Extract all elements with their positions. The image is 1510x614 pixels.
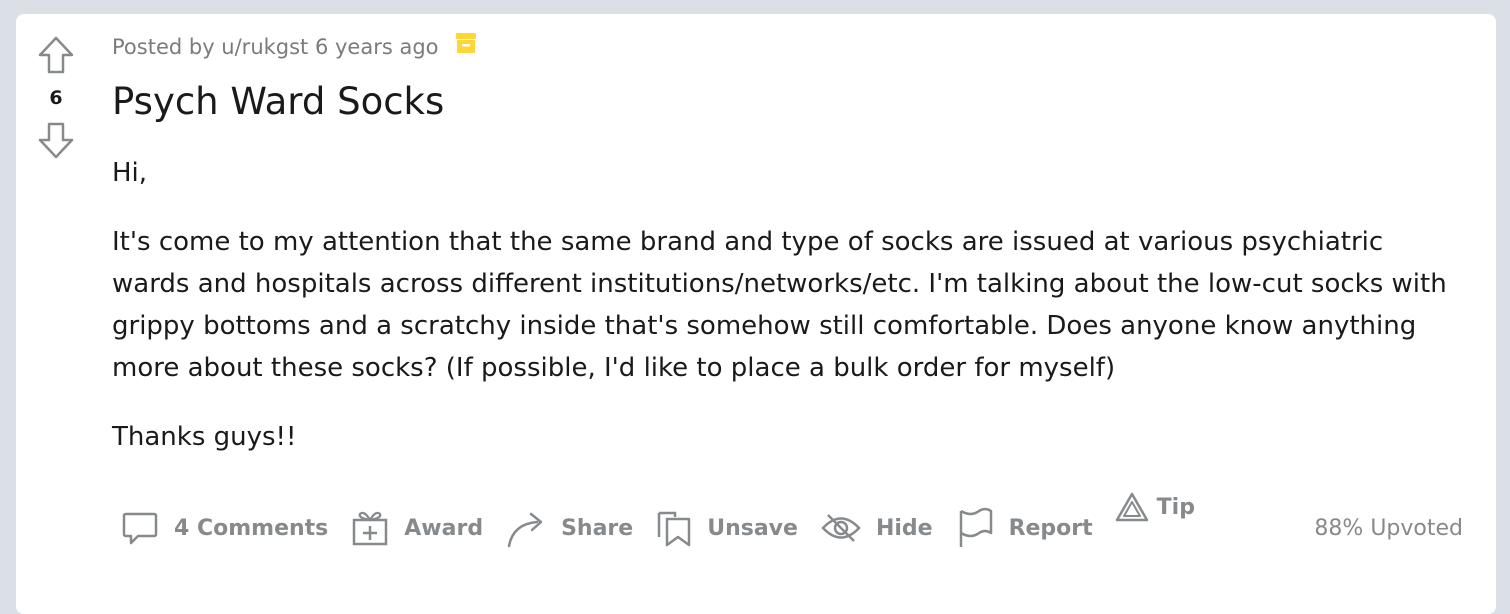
unsave-button[interactable]: Unsave <box>651 504 816 552</box>
tip-label: Tip <box>1156 494 1195 520</box>
body-paragraph: Hi, <box>112 158 148 188</box>
share-button[interactable]: Share <box>501 504 651 552</box>
post-actions-bar: 4 Comments Award Share Unsave Hide Repor… <box>116 492 1466 552</box>
report-label: Report <box>1008 515 1093 541</box>
vote-column: 6 <box>36 34 76 160</box>
tip-button[interactable]: Tip <box>1111 492 1213 552</box>
comment-icon <box>122 512 158 545</box>
award-label: Award <box>404 515 484 541</box>
archive-box-icon <box>455 31 477 63</box>
comments-label: 4 Comments <box>174 515 329 541</box>
downvote-icon[interactable] <box>36 122 76 160</box>
hide-button[interactable]: Hide <box>816 504 951 552</box>
award-button[interactable]: Award <box>346 504 501 552</box>
vote-count: 6 <box>49 87 63 109</box>
bookmark-icon <box>657 511 691 547</box>
post-content: Posted by u/rukgst 6 years ago Psych War… <box>112 32 1466 485</box>
body-paragraph: It's come to my attention that the same … <box>112 227 1447 383</box>
post-meta: Posted by u/rukgst 6 years ago <box>112 32 1466 62</box>
upvote-icon[interactable] <box>36 34 76 76</box>
triangle-icon <box>1115 492 1148 522</box>
unsave-label: Unsave <box>707 515 798 541</box>
report-button[interactable]: Report <box>951 504 1111 552</box>
share-label: Share <box>561 515 634 541</box>
posted-by-text[interactable]: Posted by u/rukgst 6 years ago <box>112 32 439 62</box>
post-card: 6 Posted by u/rukgst 6 years ago Psych W… <box>16 14 1496 614</box>
post-title[interactable]: Psych Ward Socks <box>112 80 1466 124</box>
comments-button[interactable]: 4 Comments <box>116 504 346 552</box>
share-arrow-icon <box>507 512 543 548</box>
eye-slash-icon <box>821 514 861 542</box>
upvote-ratio: 88% Upvoted <box>1314 515 1463 541</box>
body-paragraph: Thanks guys!! <box>112 422 297 452</box>
gift-icon <box>353 511 388 546</box>
post-body: Hi, It's come to my attention that the s… <box>112 152 1466 458</box>
hide-label: Hide <box>875 515 933 541</box>
flag-icon <box>959 507 992 547</box>
